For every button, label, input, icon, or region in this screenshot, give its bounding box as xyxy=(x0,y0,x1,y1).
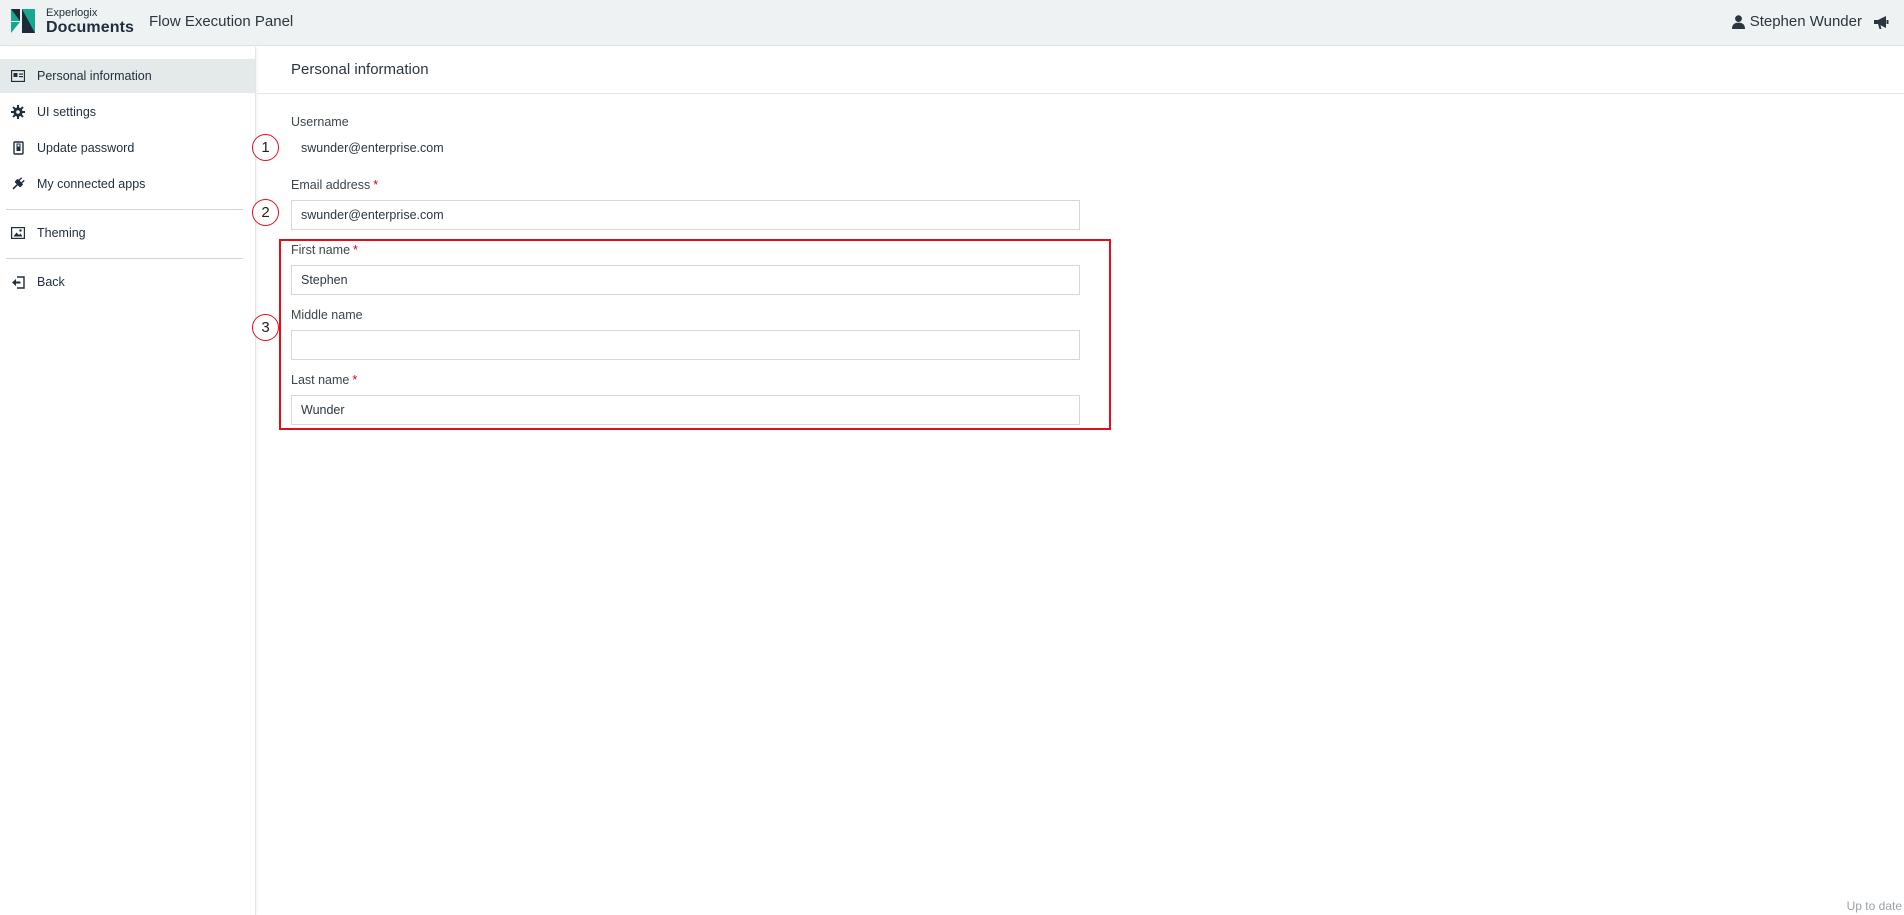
brand-big: Documents xyxy=(46,19,135,36)
email-label-text: Email address xyxy=(291,178,371,192)
middle-name-label: Middle name xyxy=(291,308,363,322)
id-card-icon xyxy=(11,69,25,83)
sidebar-item-label: Personal information xyxy=(37,69,152,83)
username-value: swunder@enterprise.com xyxy=(301,141,444,155)
middle-name-field[interactable] xyxy=(291,330,1080,360)
email-label: Email address * xyxy=(291,178,378,192)
brand-small: Experlogix xyxy=(46,7,98,19)
sidebar-item-label: UI settings xyxy=(37,105,97,119)
top-header: Experlogix Documents Flow Execution Pane… xyxy=(0,0,1904,46)
title-divider xyxy=(257,93,1904,94)
sidebar-divider xyxy=(6,209,243,210)
last-name-label: Last name * xyxy=(291,373,357,387)
last-name-label-text: Last name xyxy=(291,373,350,387)
user-menu[interactable]: Stephen Wunder xyxy=(1731,13,1862,30)
first-name-label-text: First name xyxy=(291,243,351,257)
last-name-field[interactable] xyxy=(291,395,1080,425)
sidebar-item-my-connected-apps[interactable]: My connected apps xyxy=(0,167,255,201)
sidebar-item-ui-settings[interactable]: UI settings xyxy=(0,95,255,129)
sidebar-item-label: My connected apps xyxy=(37,177,146,191)
save-status: Up to date xyxy=(1846,899,1902,913)
callout-1: 1 xyxy=(252,134,279,161)
first-name-field[interactable] xyxy=(291,265,1080,295)
sidebar-item-update-password[interactable]: Update password xyxy=(0,131,255,165)
experlogix-logo[interactable] xyxy=(11,9,35,33)
app-title: Flow Execution Panel xyxy=(149,13,294,30)
sidebar-item-back[interactable]: Back xyxy=(0,265,255,299)
sidebar-item-label: Theming xyxy=(37,226,86,240)
username-label: Username xyxy=(291,115,349,129)
sidebar-divider xyxy=(6,258,243,259)
user-icon xyxy=(1731,14,1745,29)
sidebar-item-theming[interactable]: Theming xyxy=(0,216,255,250)
callout-3: 3 xyxy=(252,314,279,341)
sidebar: Personal information UI settings Update … xyxy=(0,47,256,915)
sidebar-item-label: Back xyxy=(37,275,65,289)
email-field[interactable] xyxy=(291,200,1080,230)
brand-name: Experlogix Documents xyxy=(46,8,134,36)
plug-icon xyxy=(11,177,25,191)
first-name-label: First name * xyxy=(291,243,358,257)
megaphone-icon[interactable] xyxy=(1873,14,1889,30)
sidebar-item-personal-information[interactable]: Personal information xyxy=(0,59,255,93)
back-icon xyxy=(11,275,25,289)
lock-icon xyxy=(11,141,25,155)
sidebar-item-label: Update password xyxy=(37,141,135,155)
page-title: Personal information xyxy=(291,61,429,78)
required-mark: * xyxy=(352,373,358,387)
user-name: Stephen Wunder xyxy=(1749,13,1862,30)
required-mark: * xyxy=(373,178,379,192)
image-icon xyxy=(11,226,25,240)
callout-2: 2 xyxy=(252,199,279,226)
gear-icon xyxy=(11,105,25,119)
required-mark: * xyxy=(353,243,358,257)
